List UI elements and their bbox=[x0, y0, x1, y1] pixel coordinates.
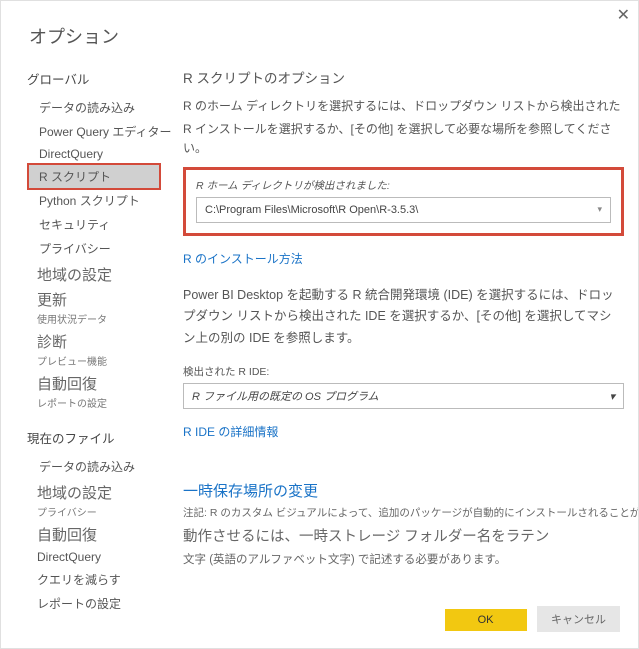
temp-storage-note: 注記: R のカスタム ビジュアルによって、追加のパッケージが自動的にインストー… bbox=[183, 505, 624, 520]
chevron-down-icon: ▾ bbox=[597, 204, 602, 215]
content-pane: R スクリプトのオプション R のホーム ディレクトリを選択するには、ドロップダ… bbox=[159, 67, 638, 616]
nav-cf-region[interactable]: 地域の設定 bbox=[29, 479, 159, 504]
nav-diagnostics[interactable]: 診断 bbox=[29, 328, 159, 353]
ok-button[interactable]: OK bbox=[445, 609, 527, 631]
nav-cf-reduce-query[interactable]: クエリを減らす bbox=[29, 568, 159, 591]
nav-security[interactable]: セキュリティ bbox=[29, 213, 159, 236]
nav-autorecover[interactable]: 自動回復 bbox=[29, 370, 159, 395]
r-install-link[interactable]: R のインストール方法 bbox=[183, 250, 303, 267]
nav-cf-privacy[interactable]: プライバシー bbox=[29, 504, 159, 521]
temp-storage-desc: 動作させるには、一時ストレージ フォルダー名をラテン bbox=[183, 526, 624, 549]
temp-storage-header[interactable]: 一時保存場所の変更 bbox=[183, 480, 624, 501]
nav-pq-editor[interactable]: Power Query エディター bbox=[29, 120, 159, 143]
chevron-down-icon: ▾ bbox=[609, 390, 615, 403]
nav-preview[interactable]: プレビュー機能 bbox=[29, 353, 159, 370]
r-home-value: C:\Program Files\Microsoft\R Open\R-3.5.… bbox=[205, 204, 418, 216]
ide-info-link[interactable]: R IDE の詳細情報 bbox=[183, 423, 278, 440]
nav-update[interactable]: 更新 bbox=[29, 286, 159, 311]
sidebar: グローバル データの読み込み Power Query エディター DirectQ… bbox=[29, 67, 159, 616]
dialog-footer: OK キャンセル bbox=[439, 606, 620, 632]
ide-label: 検出された R IDE: bbox=[183, 364, 624, 379]
nav-cf-autorecover[interactable]: 自動回復 bbox=[29, 521, 159, 546]
nav-data-load[interactable]: データの読み込み bbox=[29, 96, 159, 119]
home-dir-desc2: R インストールを選択するか、[その他] を選択して必要な場所を参照してください… bbox=[183, 120, 624, 158]
nav-region[interactable]: 地域の設定 bbox=[29, 261, 159, 286]
nav-cf-data-load[interactable]: データの読み込み bbox=[29, 455, 159, 478]
nav-cf-report-settings[interactable]: レポートの設定 bbox=[29, 592, 159, 615]
r-home-highlight-box: R ホーム ディレクトリが検出されました: C:\Program Files\M… bbox=[183, 167, 624, 236]
home-dir-desc1: R のホーム ディレクトリを選択するには、ドロップダウン リストから検出された bbox=[183, 97, 624, 116]
ide-select[interactable]: R ファイル用の既定の OS プログラム ▾ bbox=[183, 383, 624, 409]
nav-python-script[interactable]: Python スクリプト bbox=[29, 189, 159, 212]
ide-value: R ファイル用の既定の OS プログラム bbox=[192, 388, 379, 404]
nav-usage-data[interactable]: 使用状況データ bbox=[29, 311, 159, 328]
sidebar-group-current: 現在のファイル bbox=[27, 428, 159, 447]
r-home-select[interactable]: C:\Program Files\Microsoft\R Open\R-3.5.… bbox=[196, 197, 611, 223]
nav-report-settings[interactable]: レポートの設定 bbox=[29, 395, 159, 412]
dialog-title: オプション bbox=[1, 1, 638, 67]
nav-privacy[interactable]: プライバシー bbox=[29, 237, 159, 260]
ide-desc: Power BI Desktop を起動する R 統合開発環境 (IDE) を選… bbox=[183, 285, 624, 351]
cancel-button[interactable]: キャンセル bbox=[537, 606, 620, 632]
nav-directquery[interactable]: DirectQuery bbox=[29, 144, 159, 164]
temp-storage-desc2: 文字 (英語のアルファベット文字) で記述する必要があります。 bbox=[183, 551, 624, 567]
nav-r-script[interactable]: R スクリプト bbox=[29, 165, 159, 188]
section-header: R スクリプトのオプション bbox=[183, 67, 624, 87]
nav-cf-directquery[interactable]: DirectQuery bbox=[29, 547, 159, 567]
r-home-label: R ホーム ディレクトリが検出されました: bbox=[196, 178, 611, 193]
close-icon[interactable]: ✕ bbox=[617, 5, 630, 25]
sidebar-group-global: グローバル bbox=[27, 69, 159, 88]
